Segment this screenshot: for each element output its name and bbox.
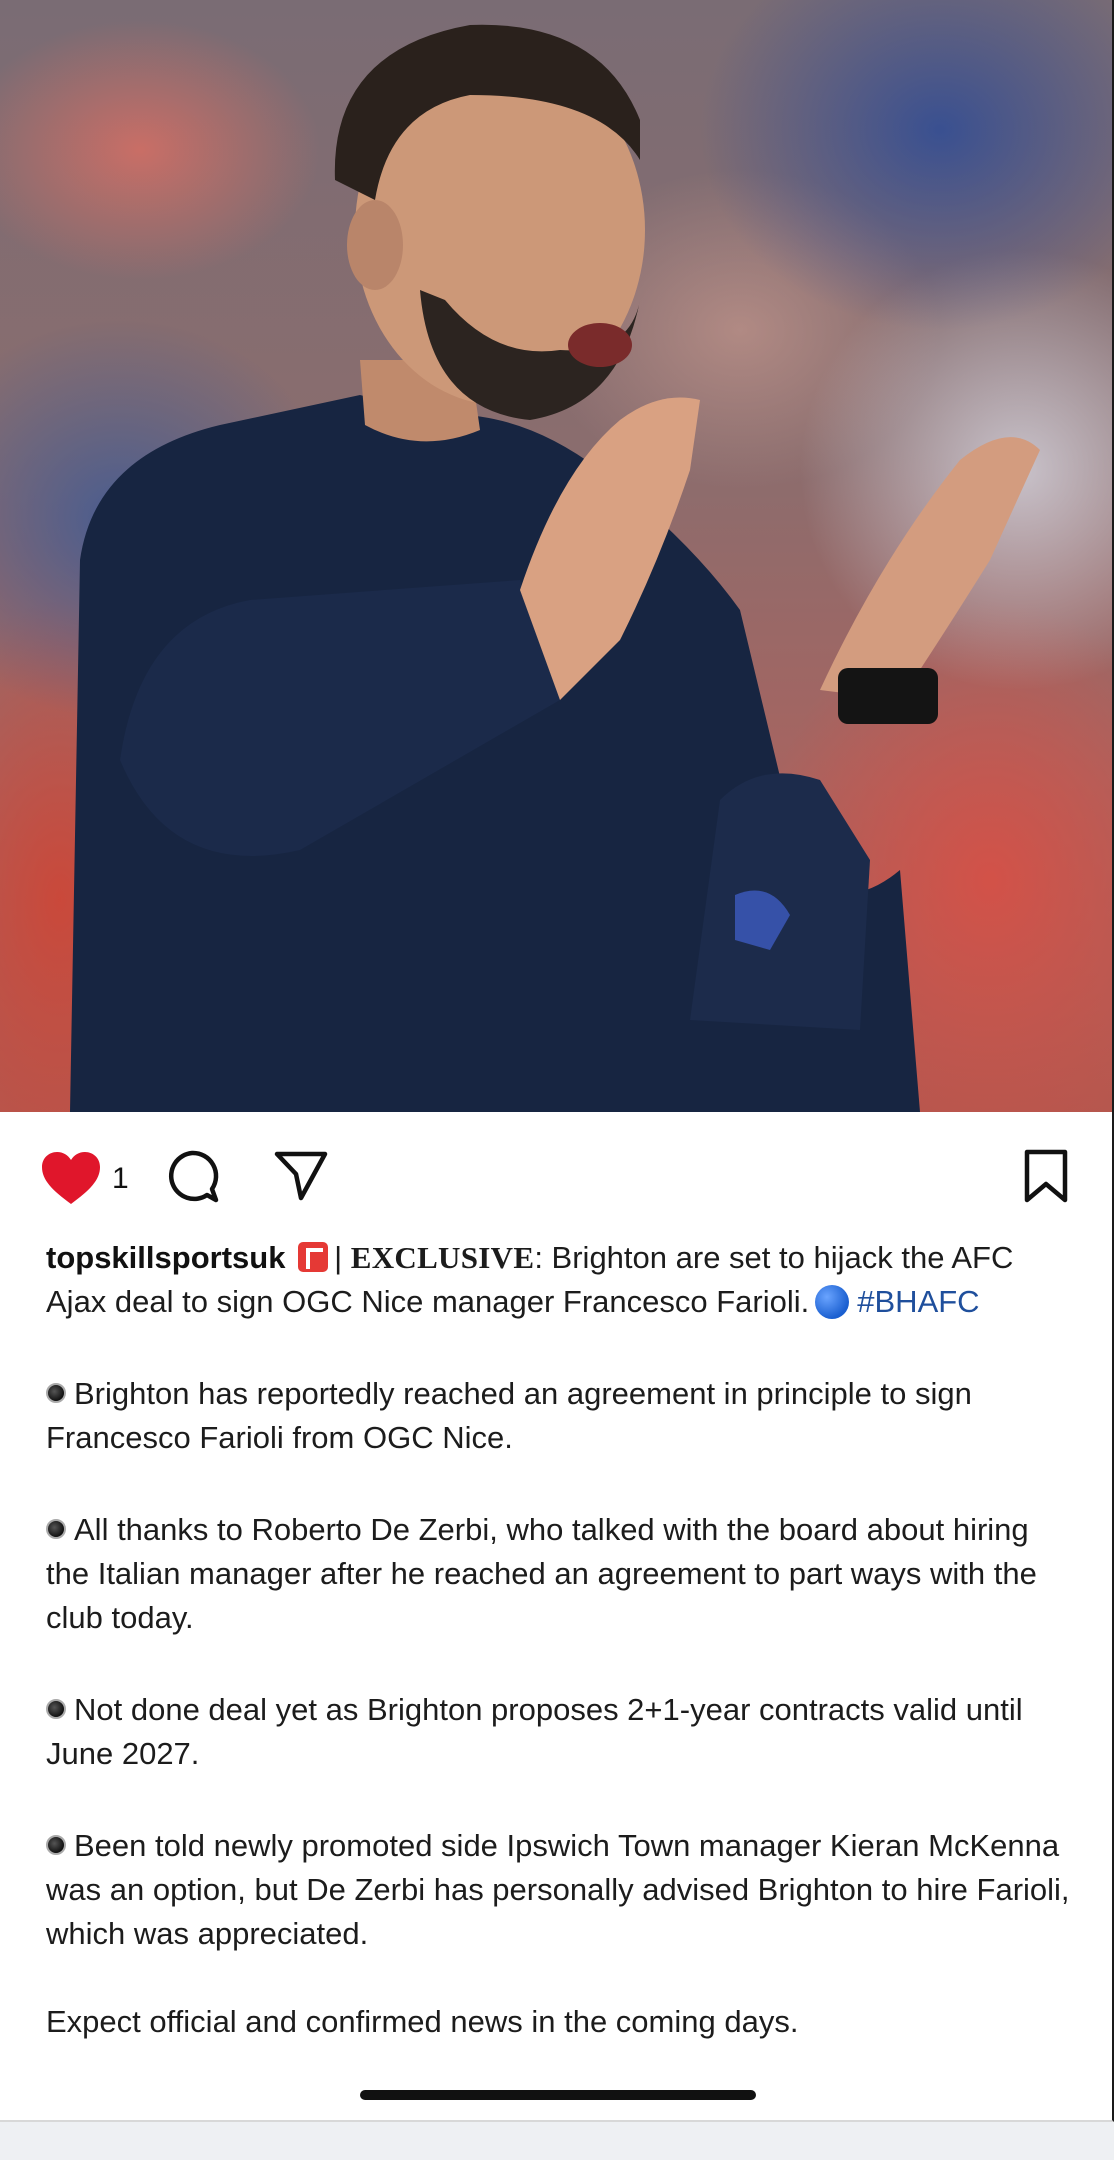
bullet-text: Been told newly promoted side Ipswich To… [46,1828,1070,1951]
bookmark-icon[interactable] [1022,1148,1070,1204]
bullet-text: All thanks to Roberto De Zerbi, who talk… [46,1512,1037,1635]
caption-bullet-3: Not done deal yet as Brighton proposes 2… [46,1688,1076,1776]
send-icon[interactable] [274,1150,328,1202]
coach-illustration [70,24,1040,1112]
bullet-text: Brighton has reportedly reached an agree… [46,1376,972,1455]
bullet-icon [46,1835,66,1855]
blue-circle-icon [815,1285,850,1319]
post-card: 1 topskillsportsuk | EXCLUSIVE: Brighton… [0,0,1114,2122]
like-count: 1 [112,1162,129,1195]
post-photo[interactable] [0,0,1112,1112]
username-link[interactable]: topskillsportsuk [46,1240,285,1275]
caption-exclusive: EXCLUSIVE [350,1240,535,1275]
post-caption: topskillsportsuk | EXCLUSIVE: Brighton a… [46,1236,1076,2044]
caption-intro: topskillsportsuk | EXCLUSIVE: Brighton a… [46,1236,1076,1324]
home-indicator[interactable] [360,2090,756,2100]
bullet-icon [46,1699,66,1719]
heart-icon[interactable] [40,1150,102,1206]
comment-icon[interactable] [164,1148,220,1204]
flag-emoji-icon [298,1242,329,1272]
bullet-icon [46,1519,66,1539]
caption-bullet-2: All thanks to Roberto De Zerbi, who talk… [46,1508,1076,1640]
caption-closing: Expect official and confirmed news in th… [46,2004,799,2039]
hashtag-link[interactable]: #BHAFC [857,1284,979,1319]
caption-bullet-1: Brighton has reportedly reached an agree… [46,1372,1076,1460]
bullet-text: Not done deal yet as Brighton proposes 2… [46,1692,1023,1771]
bullet-icon [46,1383,66,1403]
caption-separator: | [334,1240,351,1275]
caption-bullet-4: Been told newly promoted side Ipswich To… [46,1824,1076,1956]
